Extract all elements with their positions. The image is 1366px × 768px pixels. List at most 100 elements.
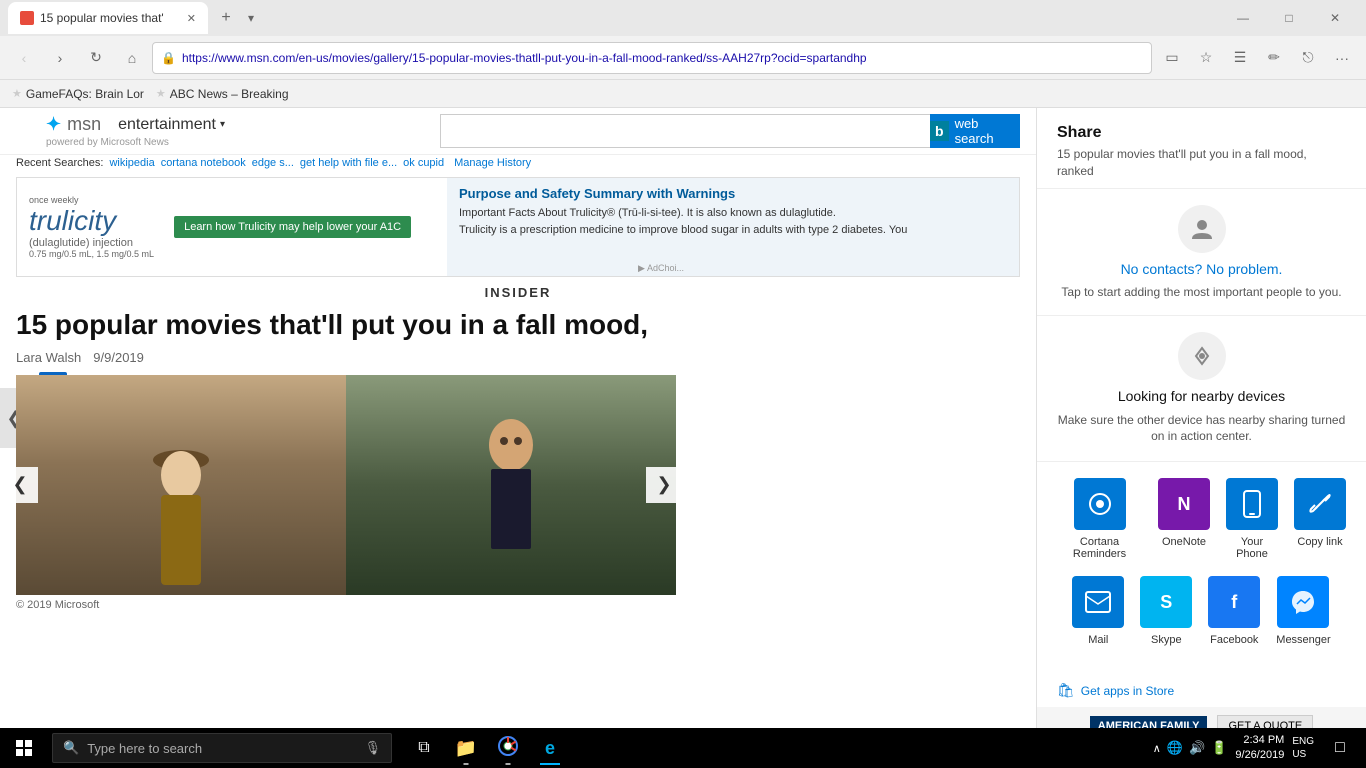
contacts-icon [1178, 205, 1226, 253]
chrome-button[interactable] [488, 728, 528, 768]
copylink-icon [1294, 478, 1346, 530]
skype-icon: S [1140, 576, 1192, 628]
get-apps-link[interactable]: 🛍 Get apps in Store [1037, 678, 1366, 707]
app-messenger[interactable]: Messenger [1276, 576, 1330, 646]
title-bar: 15 popular movies that' ✕ + ▾ — □ ✕ [0, 0, 1366, 36]
image-next-button[interactable]: ❯ [646, 467, 682, 503]
active-tab[interactable]: 15 popular movies that' ✕ [8, 2, 208, 34]
facebook-icon: f [1208, 576, 1260, 628]
notes-button[interactable]: ✏ [1258, 42, 1290, 74]
fav-label: GameFAQs: Brain Lor [26, 87, 144, 101]
app-skype[interactable]: S Skype [1140, 576, 1192, 646]
nav-actions: ▭ ☆ ☰ ✏ ⎋ ··· [1156, 42, 1358, 74]
copylink-label: Copy link [1297, 536, 1342, 548]
taskbar-search-text: Type here to search [87, 741, 356, 756]
close-button[interactable]: ✕ [1312, 0, 1358, 36]
start-button[interactable] [0, 728, 48, 768]
volume-icon: 🔊 [1189, 740, 1205, 756]
search-input[interactable] [440, 114, 930, 148]
new-tab-button[interactable]: + [212, 4, 240, 32]
app-mail[interactable]: Mail [1072, 576, 1124, 646]
search-button-label: web search [955, 116, 1020, 146]
app-facebook[interactable]: f Facebook [1208, 576, 1260, 646]
edge-button[interactable]: e [530, 728, 570, 768]
reading-list-button[interactable]: ☰ [1224, 42, 1256, 74]
ad-brand-name: trulicity [29, 205, 154, 237]
onenote-icon: N [1158, 478, 1210, 530]
tab-close-btn[interactable]: ✕ [187, 12, 196, 25]
star-icon: ★ [156, 87, 166, 100]
back-button[interactable]: ‹ [8, 42, 40, 74]
navigation-bar: ‹ › ↻ ⌂ 🔒 https://www.msn.com/en-us/movi… [0, 36, 1366, 80]
image-prev-button[interactable]: ❮ [2, 467, 38, 503]
minimize-button[interactable]: — [1220, 0, 1266, 36]
systray-chevron[interactable]: ∧ [1153, 742, 1161, 755]
contacts-subtitle: Tap to start adding the most important p… [1061, 285, 1341, 299]
search-box: b web search [440, 114, 1020, 148]
app-onenote[interactable]: N OneNote [1158, 478, 1210, 560]
recent-edge[interactable]: edge s... [252, 157, 294, 169]
task-view-button[interactable]: ⧉ [404, 728, 444, 768]
address-bar[interactable]: 🔒 https://www.msn.com/en-us/movies/galle… [152, 42, 1152, 74]
favorites-item-abc[interactable]: ★ ABC News – Breaking [156, 87, 289, 101]
back-icon: ‹ [22, 50, 27, 66]
msn-page: ❮ in f t W ✉ ✦ msn entertainment ▾ [0, 108, 1036, 728]
dropdown-icon: ▾ [220, 119, 225, 130]
onenote-label: OneNote [1162, 536, 1206, 548]
ad-cta-button[interactable]: Learn how Trulicity may help lower your … [174, 216, 411, 238]
windows-logo-icon [16, 740, 32, 756]
get-apps-label: Get apps in Store [1081, 684, 1174, 698]
store-icon: 🛍 [1057, 682, 1075, 699]
msn-header: ✦ msn entertainment ▾ powered by Microso… [0, 108, 1036, 155]
tab-label: 15 popular movies that' [40, 11, 181, 25]
notification-button[interactable]: □ [1322, 728, 1358, 768]
more-button[interactable]: ··· [1326, 42, 1358, 74]
reader-view-button[interactable]: ▭ [1156, 42, 1188, 74]
facebook-label: Facebook [1210, 634, 1258, 646]
recent-okcupid[interactable]: ok cupid [403, 157, 444, 169]
file-explorer-button[interactable]: 📁 [446, 728, 486, 768]
taskbar-pinned-items: ⧉ 📁 e [396, 728, 578, 768]
home-button[interactable]: ⌂ [116, 42, 148, 74]
manage-history-link[interactable]: Manage History [454, 157, 531, 169]
msn-symbol: ✦ [46, 114, 61, 135]
taskbar-search-bar[interactable]: 🔍 Type here to search 🎙 [52, 733, 392, 763]
recent-cortana[interactable]: cortana notebook [161, 157, 246, 169]
system-clock[interactable]: 2:34 PM 9/26/2019 [1235, 733, 1284, 764]
share-subtitle: 15 popular movies that'll put you in a f… [1057, 146, 1346, 180]
favorites-button[interactable]: ☆ [1190, 42, 1222, 74]
nearby-icon [1178, 332, 1226, 380]
app-yourphone[interactable]: Your Phone [1226, 478, 1278, 560]
page-footer: © 2019 Microsoft [0, 595, 1036, 615]
tab-scroll-btn[interactable]: ▾ [244, 9, 258, 27]
msn-section[interactable]: entertainment ▾ [118, 116, 225, 134]
ad-right: Purpose and Safety Summary with Warnings… [447, 178, 1019, 276]
app-cortana[interactable]: Cortana Reminders [1057, 478, 1142, 560]
microphone-icon[interactable]: 🎙 [364, 740, 381, 756]
home-icon: ⌂ [128, 50, 136, 66]
maximize-button[interactable]: □ [1266, 0, 1312, 36]
refresh-button[interactable]: ↻ [80, 42, 112, 74]
locale-lang: ENG [1292, 735, 1314, 748]
panel-bottom-ad: AMERICAN FAMILY GET A QUOTE [1037, 707, 1366, 728]
share-button[interactable]: ⎋ [1292, 42, 1324, 74]
search-button[interactable]: b web search [930, 114, 1020, 148]
ad-drug-name: (dulaglutide) injection [29, 237, 154, 249]
app-copylink[interactable]: Copy link [1294, 478, 1346, 560]
locale-display: ENG US [1292, 735, 1314, 761]
article-image-left [16, 375, 346, 595]
panel-ad-button[interactable]: GET A QUOTE [1217, 715, 1313, 728]
chrome-icon [498, 736, 518, 761]
contacts-title[interactable]: No contacts? No problem. [1121, 261, 1283, 277]
bing-logo: b [930, 121, 949, 141]
nearby-title: Looking for nearby devices [1118, 388, 1285, 404]
recent-gethelp[interactable]: get help with file e... [300, 157, 397, 169]
ad-right-text1: Important Facts About Trulicity® (Trū-li… [459, 205, 1007, 222]
main-content-area: ❮ in f t W ✉ ✦ msn entertainment ▾ [0, 108, 1366, 728]
favorites-item-gamefaqs[interactable]: ★ GameFAQs: Brain Lor [12, 87, 144, 101]
forward-button[interactable]: › [44, 42, 76, 74]
share-title: Share [1057, 124, 1346, 142]
recent-wikipedia[interactable]: wikipedia [109, 157, 154, 169]
cortana-icon [1074, 478, 1126, 530]
yourphone-label: Your Phone [1226, 536, 1278, 560]
